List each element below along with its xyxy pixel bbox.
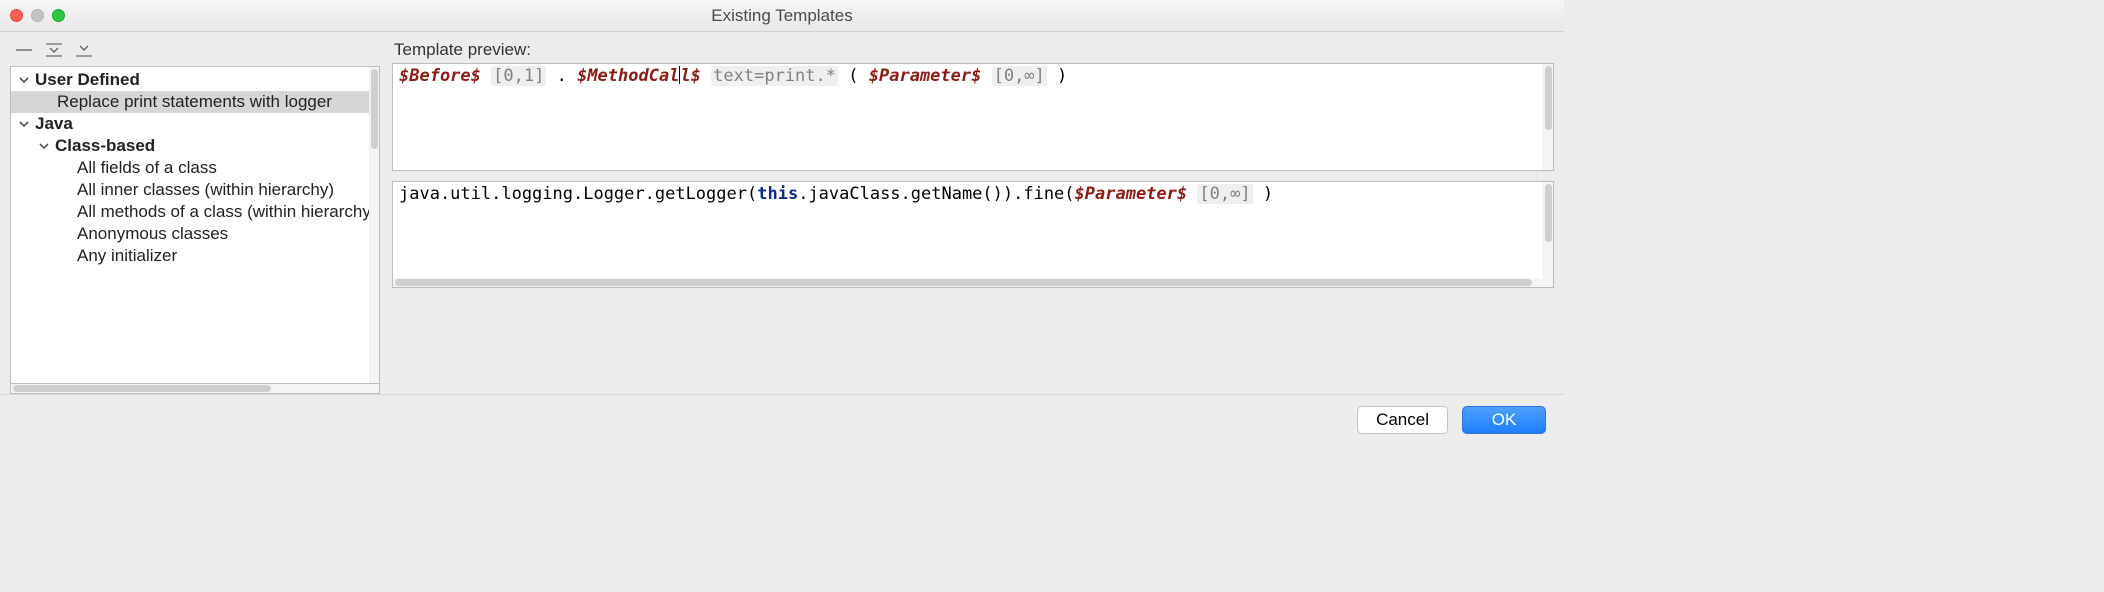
- tree-label: Java: [35, 114, 73, 134]
- code-keyword-this: this: [757, 184, 798, 204]
- tree-label: User Defined: [35, 70, 140, 90]
- tree-horizontal-scrollbar[interactable]: [10, 384, 380, 394]
- expand-all-icon[interactable]: [46, 42, 62, 58]
- search-template-text[interactable]: $Before$ [0,1] . $MethodCall$ text=print…: [393, 64, 1543, 170]
- code-var-parameter: $Parameter$: [1075, 184, 1188, 204]
- tree-label: All inner classes (within hierarchy): [77, 180, 334, 200]
- code-hint: [0,∞]: [1197, 184, 1252, 204]
- cancel-button[interactable]: Cancel: [1357, 406, 1448, 434]
- tree-label: Class-based: [55, 136, 155, 156]
- tree-item[interactable]: Any initializer: [11, 245, 369, 267]
- tree-item[interactable]: All fields of a class: [11, 157, 369, 179]
- scrollbar-thumb[interactable]: [395, 279, 1532, 286]
- dialog-footer: Cancel OK: [0, 394, 1564, 444]
- tree-container: User Defined Replace print statements wi…: [10, 66, 380, 384]
- tree-label: Any initializer: [77, 246, 177, 266]
- tree-node-class-based[interactable]: Class-based: [11, 135, 369, 157]
- editor-vertical-scrollbar[interactable]: [1543, 182, 1553, 278]
- scrollbar-thumb[interactable]: [1545, 184, 1552, 242]
- chevron-down-icon[interactable]: [17, 73, 31, 87]
- template-tree[interactable]: User Defined Replace print statements wi…: [11, 67, 369, 383]
- tree-node-java[interactable]: Java: [11, 113, 369, 135]
- dialog-content: User Defined Replace print statements wi…: [0, 32, 1564, 394]
- scrollbar-thumb[interactable]: [1545, 66, 1552, 130]
- titlebar: Existing Templates: [0, 0, 1564, 32]
- tree-item[interactable]: All inner classes (within hierarchy): [11, 179, 369, 201]
- scrollbar-thumb[interactable]: [13, 385, 271, 392]
- expand-selected-icon[interactable]: [76, 42, 92, 58]
- search-template-editor[interactable]: $Before$ [0,1] . $MethodCall$ text=print…: [392, 63, 1554, 171]
- chevron-down-icon[interactable]: [37, 139, 51, 153]
- code-text: ): [1263, 184, 1273, 204]
- scrollbar-thumb[interactable]: [371, 69, 378, 149]
- tree-label: All fields of a class: [77, 158, 217, 178]
- code-text: .javaClass.getName()).fine(: [798, 184, 1074, 204]
- editor-vertical-scrollbar[interactable]: [1543, 64, 1553, 170]
- ok-button[interactable]: OK: [1462, 406, 1546, 434]
- tree-item[interactable]: Anonymous classes: [11, 223, 369, 245]
- code-text: ): [1057, 66, 1067, 86]
- tree-item-replace-print[interactable]: Replace print statements with logger: [11, 91, 369, 113]
- left-panel: User Defined Replace print statements wi…: [10, 40, 380, 394]
- code-var-parameter: $Parameter$: [869, 66, 982, 86]
- tree-label: Replace print statements with logger: [57, 92, 332, 112]
- tree-vertical-scrollbar[interactable]: [369, 67, 379, 383]
- chevron-down-icon[interactable]: [17, 117, 31, 131]
- replace-template-editor[interactable]: java.util.logging.Logger.getLogger(this.…: [392, 181, 1554, 279]
- code-var-before: $Before$: [399, 66, 481, 86]
- code-text: (: [848, 66, 858, 86]
- code-var-methodcall-right: l$: [680, 66, 700, 86]
- code-hint: [0,∞]: [992, 66, 1047, 86]
- window-title: Existing Templates: [0, 6, 1564, 26]
- tree-label: All methods of a class (within hierarchy…: [77, 202, 369, 222]
- replace-template-text[interactable]: java.util.logging.Logger.getLogger(this.…: [393, 182, 1543, 278]
- code-var-methodcall: $MethodCal: [577, 66, 679, 86]
- tree-item[interactable]: All methods of a class (within hierarchy…: [11, 201, 369, 223]
- editor-horizontal-scrollbar[interactable]: [392, 278, 1554, 288]
- tree-label: Anonymous classes: [77, 224, 228, 244]
- tree-node-user-defined[interactable]: User Defined: [11, 69, 369, 91]
- preview-label: Template preview:: [392, 40, 1554, 60]
- code-hint: [0,1]: [491, 66, 546, 86]
- code-text: .: [557, 66, 567, 86]
- code-hint: text=print.*: [711, 66, 838, 86]
- collapse-all-icon[interactable]: [16, 42, 32, 58]
- code-text: java.util.logging.Logger.getLogger(: [399, 184, 757, 204]
- tree-toolbar: [10, 40, 380, 66]
- right-panel: Template preview: $Before$ [0,1] . $Meth…: [392, 40, 1554, 394]
